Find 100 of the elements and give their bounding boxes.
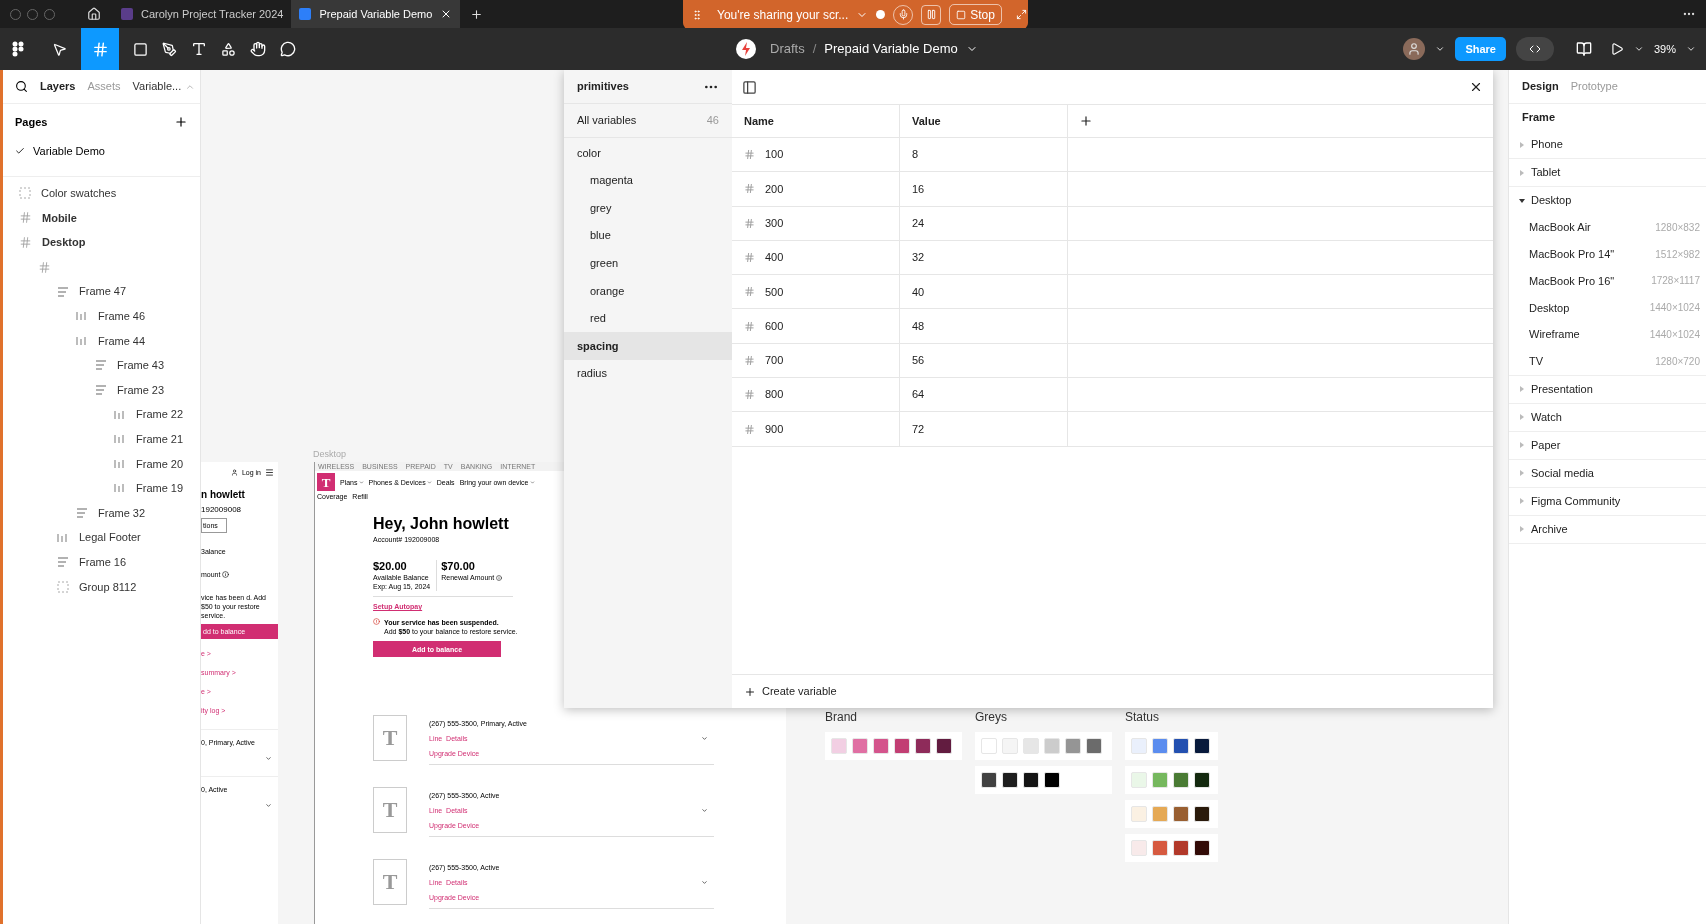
layer-row[interactable]: Frame 16 xyxy=(3,549,200,575)
chevron-down-icon[interactable] xyxy=(701,734,708,743)
pen-tool-icon[interactable] xyxy=(162,41,177,57)
frame-preset[interactable]: MacBook Pro 14" 1512×982 xyxy=(1509,240,1706,268)
chevron-down-icon[interactable] xyxy=(701,878,708,887)
frame-preset[interactable]: TV 1280×720 xyxy=(1509,348,1706,375)
rectangle-tool-icon[interactable] xyxy=(133,41,148,57)
search-icon[interactable] xyxy=(15,80,28,93)
variable-value[interactable]: 48 xyxy=(900,309,1068,343)
stop-button[interactable]: Stop xyxy=(949,4,1002,25)
panel-tab[interactable]: Layers xyxy=(40,78,76,95)
variable-value[interactable]: 24 xyxy=(900,206,1068,240)
frame-category[interactable]: Archive xyxy=(1509,515,1706,543)
frame-category[interactable]: Social media xyxy=(1509,459,1706,487)
layer-row[interactable]: Frame 23 xyxy=(3,377,200,403)
group-item[interactable]: grey xyxy=(564,194,732,222)
variable-row[interactable]: 700 56 xyxy=(732,343,1493,379)
chevron-down-icon[interactable] xyxy=(1435,44,1446,54)
group-item[interactable]: radius xyxy=(564,359,732,388)
frame-preset[interactable]: Wireframe 1440×1024 xyxy=(1509,321,1706,348)
file-tab[interactable]: Carolyn Project Tracker 2024 xyxy=(113,0,292,28)
close-icon[interactable] xyxy=(1469,80,1483,94)
chevron-down-icon[interactable] xyxy=(265,802,272,809)
variable-row[interactable]: 800 64 xyxy=(732,378,1493,413)
page-menu[interactable]: Variable... xyxy=(132,78,182,95)
variable-row[interactable]: 400 32 xyxy=(732,240,1493,276)
frame-tool-icon[interactable] xyxy=(81,28,119,70)
layer-row[interactable]: Frame 47 xyxy=(3,279,200,304)
layer-row[interactable]: Legal Footer xyxy=(3,525,200,550)
chevron-down-icon[interactable] xyxy=(701,806,708,815)
layer-row[interactable]: Frame 46 xyxy=(3,303,200,329)
layer-row[interactable]: Frame 21 xyxy=(3,426,200,452)
chevron-down-icon[interactable] xyxy=(1633,44,1644,54)
frame-category[interactable]: Paper xyxy=(1509,431,1706,459)
folder-link[interactable]: Drafts xyxy=(770,39,805,59)
variable-value[interactable]: 72 xyxy=(900,412,1068,446)
group-item[interactable]: color xyxy=(564,139,732,167)
variable-row[interactable]: 600 48 xyxy=(732,309,1493,344)
group-item[interactable]: green xyxy=(564,249,732,277)
variable-value[interactable]: 64 xyxy=(900,378,1068,412)
expand-icon[interactable] xyxy=(1015,9,1027,20)
hand-tool-icon[interactable] xyxy=(250,41,266,57)
variable-row[interactable]: 100 8 xyxy=(732,138,1493,173)
page-item[interactable]: Variable Demo xyxy=(3,138,200,164)
file-name[interactable]: Prepaid Variable Demo xyxy=(824,39,958,59)
home-icon[interactable] xyxy=(87,7,101,21)
frame-category[interactable]: Watch xyxy=(1509,403,1706,431)
frame-category[interactable]: Tablet xyxy=(1509,159,1706,186)
variable-row[interactable]: 200 16 xyxy=(732,172,1493,207)
all-variables-item[interactable]: All variables 46 xyxy=(564,104,732,138)
text-tool-icon[interactable] xyxy=(191,41,207,57)
sidebar-toggle-icon[interactable] xyxy=(742,79,757,95)
comment-icon[interactable] xyxy=(280,41,296,57)
pause-icon[interactable] xyxy=(921,4,942,25)
file-tab[interactable]: Prepaid Variable Demo xyxy=(291,0,461,28)
code-toggle-icon[interactable] xyxy=(1515,37,1554,61)
layer-row[interactable]: Frame 22 xyxy=(3,402,200,427)
frame-category[interactable]: Desktop xyxy=(1509,187,1706,214)
menu-icon[interactable] xyxy=(265,468,274,477)
layer-row[interactable]: Desktop xyxy=(3,230,200,255)
main-menu-icon[interactable] xyxy=(12,41,24,57)
plus-icon[interactable] xyxy=(470,7,484,21)
resources-icon[interactable] xyxy=(221,41,236,57)
chevron-down-icon[interactable] xyxy=(265,755,272,762)
layer-row[interactable]: Frame 43 xyxy=(3,353,200,378)
layer-row[interactable]: Frame 44 xyxy=(3,328,200,354)
zoom-level[interactable]: 39% xyxy=(1653,40,1676,58)
layer-row[interactable]: Frame 32 xyxy=(3,500,200,526)
variable-value[interactable]: 32 xyxy=(900,240,1068,275)
layer-row[interactable]: Mobile xyxy=(3,205,200,231)
frame-category[interactable]: Phone xyxy=(1509,131,1706,158)
book-icon[interactable] xyxy=(1575,41,1592,57)
variable-value[interactable]: 16 xyxy=(900,172,1068,206)
frame-preset[interactable]: MacBook Air 1280×832 xyxy=(1509,214,1706,241)
variable-value[interactable]: 8 xyxy=(900,138,1068,172)
layer-row[interactable]: Frame 20 xyxy=(3,451,200,477)
frame-category[interactable]: Presentation xyxy=(1509,375,1706,403)
layer-row[interactable]: Frame 19 xyxy=(3,476,200,501)
variable-row[interactable]: 300 24 xyxy=(732,206,1493,241)
play-icon[interactable] xyxy=(1609,42,1624,56)
variable-value[interactable]: 40 xyxy=(900,275,1068,309)
collection-name[interactable]: primitives xyxy=(577,78,629,95)
variable-value[interactable]: 56 xyxy=(900,343,1068,378)
panel-tab[interactable]: Design xyxy=(1522,78,1559,95)
group-item[interactable]: orange xyxy=(564,276,732,305)
group-item[interactable]: spacing xyxy=(564,332,732,360)
group-item[interactable]: blue xyxy=(564,221,732,250)
layer-row[interactable]: Color swatches xyxy=(3,181,200,206)
frame-preset[interactable]: Desktop 1440×1024 xyxy=(1509,294,1706,322)
create-variable-button[interactable]: Create variable xyxy=(744,683,837,700)
group-item[interactable]: magenta xyxy=(564,166,732,195)
move-tool-icon[interactable] xyxy=(52,41,67,57)
add-page-icon[interactable] xyxy=(174,115,188,129)
frame-preset[interactable]: MacBook Pro 16" 1728×1117 xyxy=(1509,267,1706,295)
frame-category[interactable]: Figma Community xyxy=(1509,487,1706,515)
variable-row[interactable]: 500 40 xyxy=(732,275,1493,310)
chevron-down-icon[interactable] xyxy=(1686,44,1696,54)
layer-row[interactable]: Group 8112 xyxy=(3,574,200,600)
variable-row[interactable]: 900 72 xyxy=(732,412,1493,447)
group-item[interactable]: red xyxy=(564,304,732,333)
